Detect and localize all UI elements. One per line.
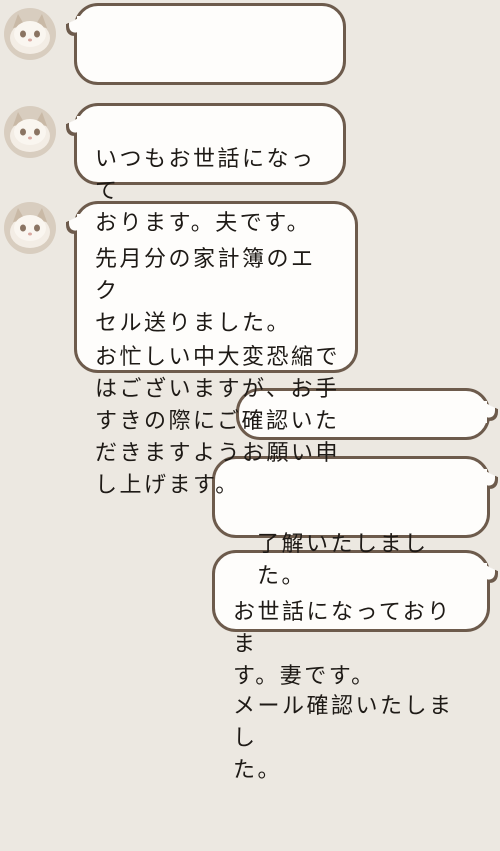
message-text: いつもお世話になって おります。夫です。 [95, 147, 316, 236]
chat-log: いつもお世話になって おります。夫です。 先月分の家計簿のエク セル送りました。 [0, 0, 500, 783]
message-text: 先月分の家計簿のエク セル送りました。 [95, 247, 316, 336]
message-text: お忙しい中大変恐縮で はございますが、お手 すきの際にご確認いた だきますようお… [95, 345, 341, 498]
cat-avatar-icon[interactable] [4, 8, 56, 60]
message-text: 了解いたしました。 [257, 532, 429, 589]
cat-avatar-icon[interactable] [4, 202, 56, 254]
message-text: メール確認いたしまし た。 [233, 694, 454, 783]
message-text: お世話になっておりま す。妻です。 [233, 600, 452, 689]
message-bubble-1[interactable]: いつもお世話になって おります。夫です。 [66, 3, 346, 236]
cat-avatar-icon[interactable] [4, 106, 56, 158]
